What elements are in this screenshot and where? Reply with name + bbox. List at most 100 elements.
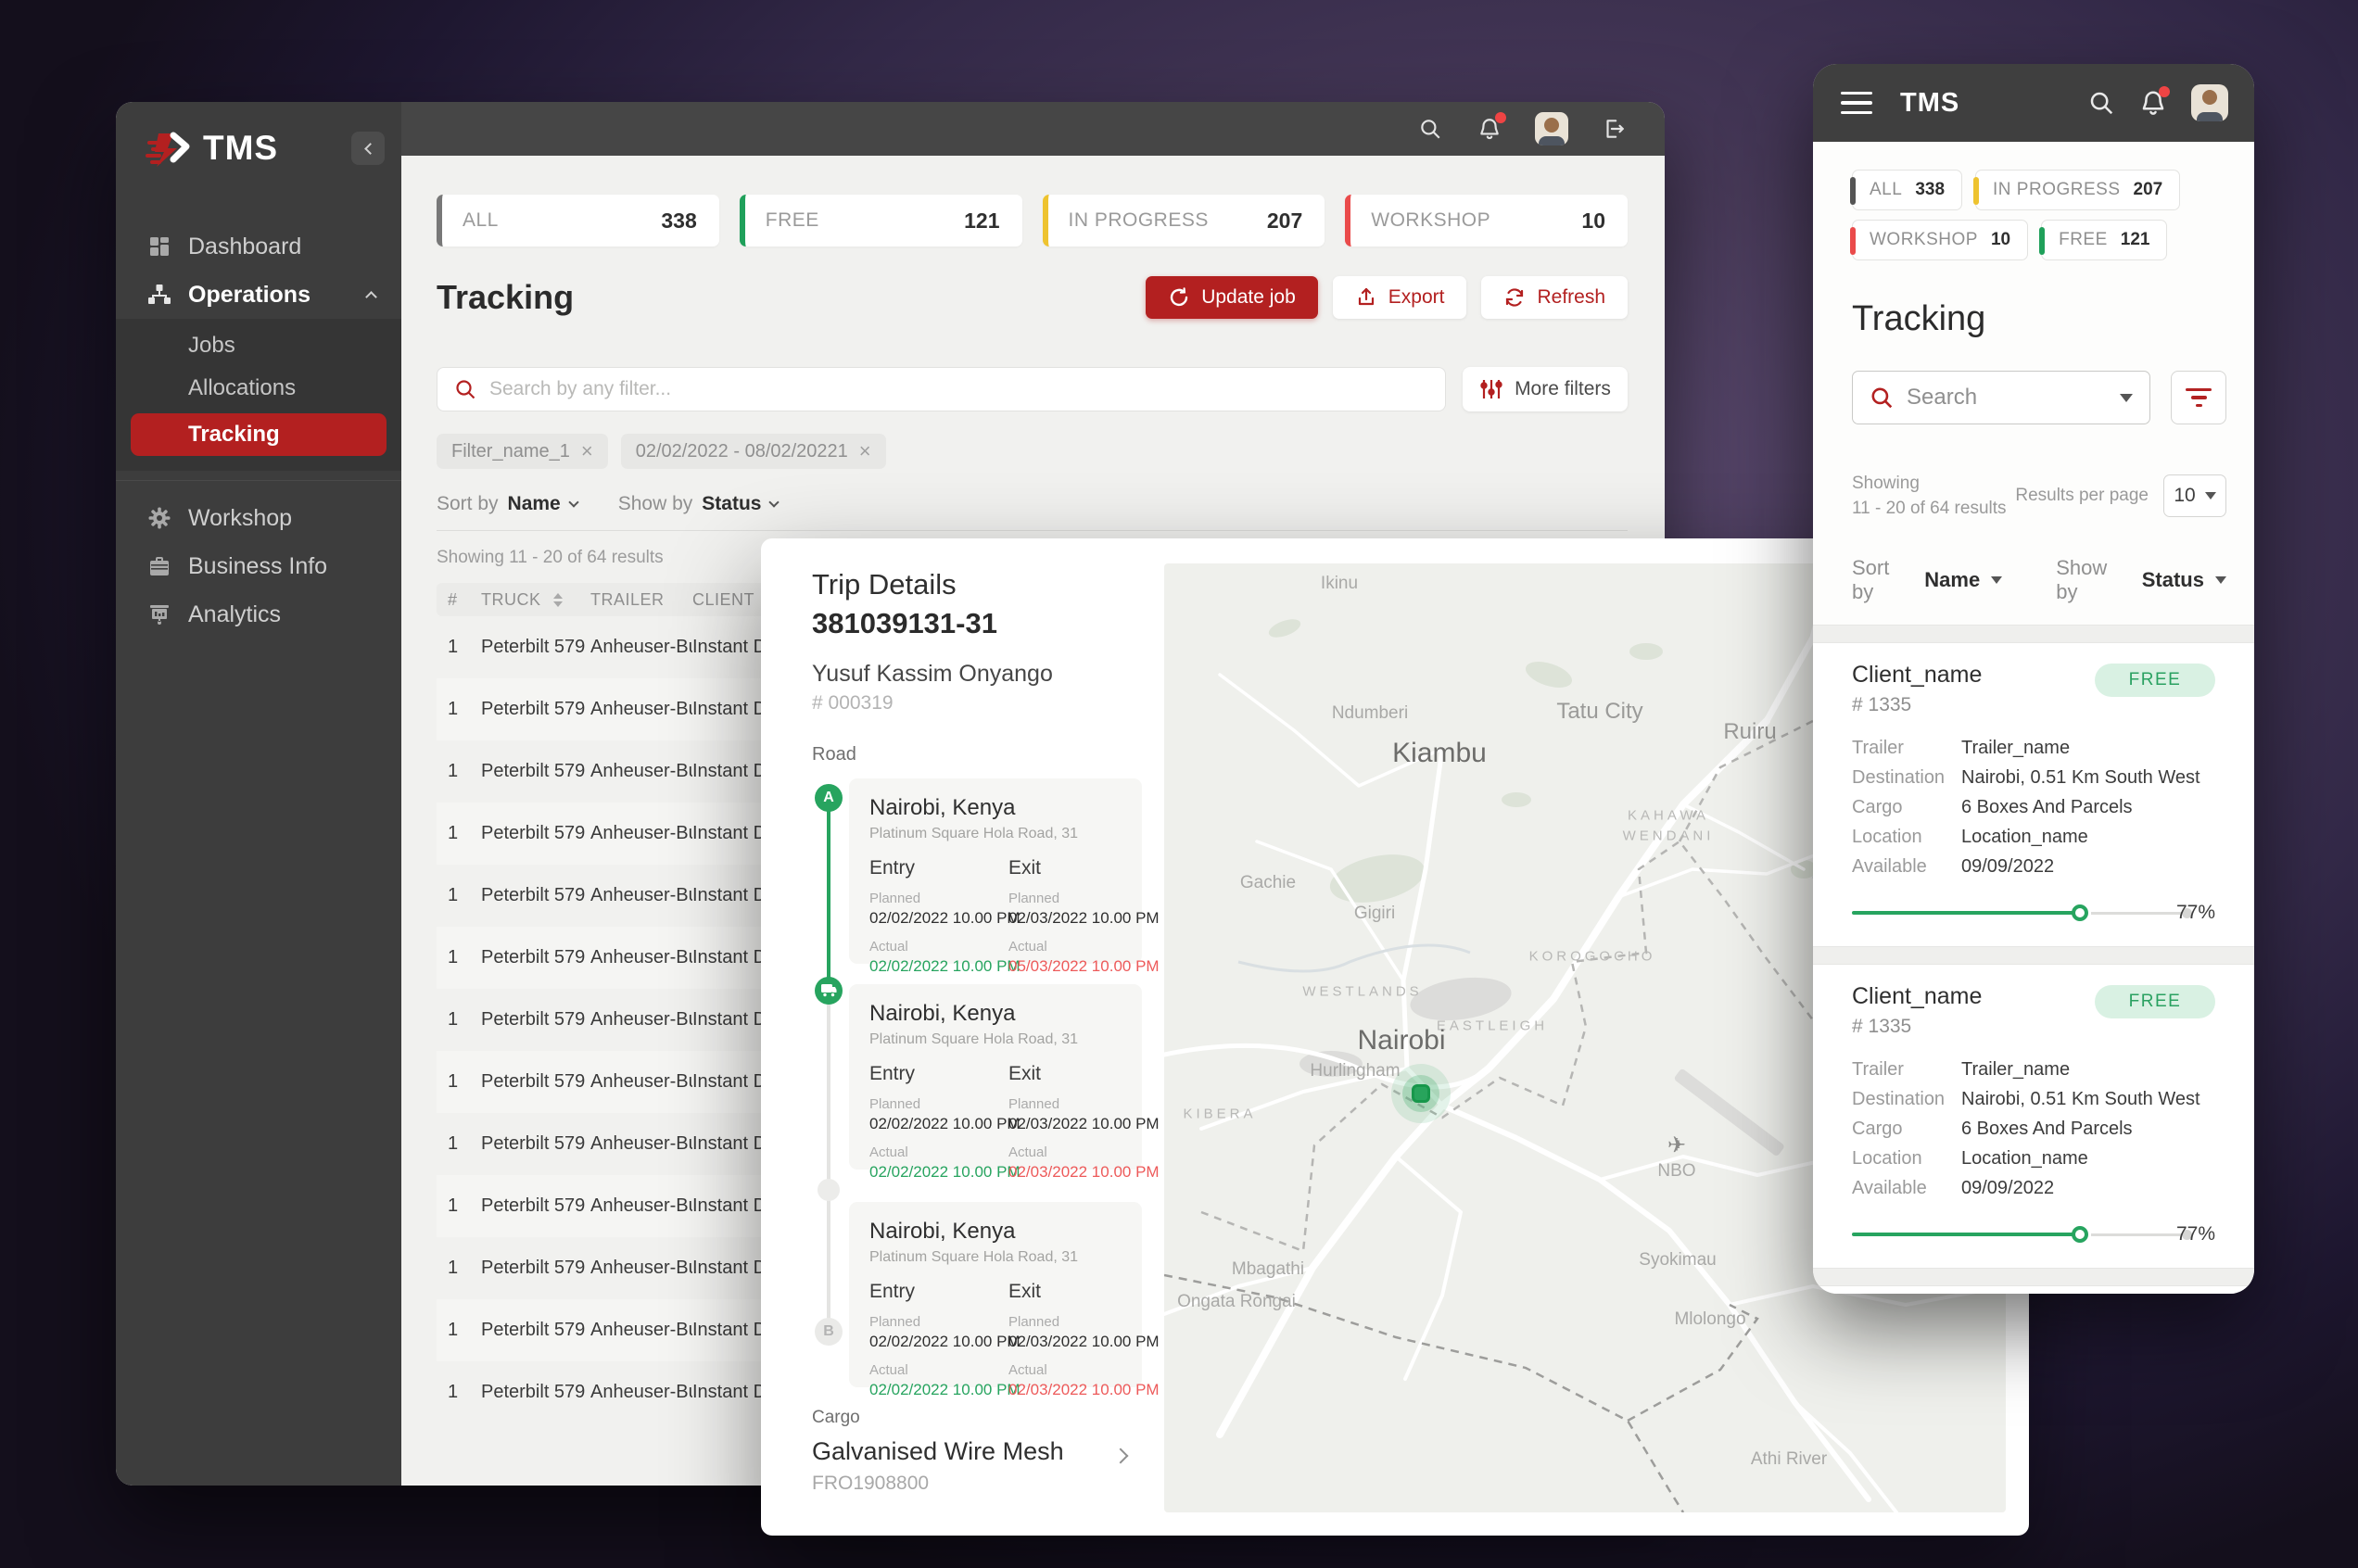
more-filters-button[interactable]: More filters bbox=[1463, 367, 1628, 411]
sidebar: TMS Dashboard bbox=[116, 102, 401, 1486]
sidebar-item-jobs[interactable]: Jobs bbox=[116, 324, 401, 367]
show-by-dropdown[interactable]: Show by Status bbox=[618, 493, 779, 515]
table-cell-trailer: Anheuser-Bus... bbox=[590, 803, 692, 865]
sidebar-item-business-info[interactable]: Business Info bbox=[116, 542, 401, 590]
close-icon[interactable]: × bbox=[859, 439, 871, 463]
status-chip-count: 338 bbox=[1915, 180, 1945, 200]
filter-chip[interactable]: 02/02/2022 - 08/02/20221 × bbox=[621, 434, 886, 469]
search-icon[interactable] bbox=[1416, 115, 1444, 143]
map-place-label: Ikinu bbox=[1321, 574, 1358, 594]
chevron-right-icon[interactable] bbox=[1113, 1448, 1129, 1464]
status-card-label: IN PROGRESS bbox=[1069, 209, 1209, 232]
tracking-card[interactable]: Client_name # 1335 FREE TrailerTrailer_n… bbox=[1813, 1286, 2254, 1294]
notifications-bell-icon[interactable] bbox=[1476, 115, 1503, 143]
status-badge: FREE bbox=[2095, 985, 2215, 1018]
sidebar-item-analytics[interactable]: Analytics bbox=[116, 590, 401, 639]
chevron-down-icon bbox=[769, 497, 780, 507]
sidebar-item-allocations[interactable]: Allocations bbox=[116, 367, 401, 410]
table-cell-trailer: Anheuser-Bus... bbox=[590, 616, 692, 678]
table-cell-truck: Peterbilt 579 bbox=[481, 1299, 590, 1361]
chevron-up-icon bbox=[365, 291, 377, 303]
update-job-button[interactable]: Update job bbox=[1146, 276, 1318, 319]
sidebar-collapse-button[interactable] bbox=[351, 132, 385, 165]
progress-percent: 77% bbox=[2176, 1223, 2215, 1246]
sort-by-dropdown[interactable]: Sort by Name bbox=[437, 493, 577, 515]
progress-slider[interactable]: 77% bbox=[1852, 902, 2215, 924]
close-icon[interactable]: × bbox=[581, 439, 593, 463]
sidebar-item-tracking[interactable]: Tracking bbox=[131, 413, 387, 456]
status-chip-count: 207 bbox=[2134, 180, 2163, 200]
exit-planned-time: 02/03/2022 10.00 PM bbox=[1008, 1333, 1147, 1351]
status-card-label: FREE bbox=[766, 209, 819, 232]
map-place-label: WENDANI bbox=[1623, 828, 1715, 844]
funnel-icon bbox=[2186, 388, 2212, 392]
table-cell-num: 1 bbox=[437, 1051, 481, 1113]
tracking-card[interactable]: Client_name # 1335 FREE TrailerTrailer_n… bbox=[1813, 965, 2254, 1268]
mobile-sort-by-dropdown[interactable]: Sort by Name bbox=[1852, 556, 2002, 604]
refresh-button[interactable]: Refresh bbox=[1481, 276, 1628, 319]
status-chip-accent bbox=[1973, 177, 1979, 205]
status-chip[interactable]: IN PROGRESS 207 bbox=[1975, 170, 2180, 210]
driver-name: Yusuf Kassim Onyango bbox=[812, 661, 1053, 688]
status-card[interactable]: ALL 338 bbox=[437, 195, 719, 247]
notifications-bell-icon[interactable] bbox=[2139, 89, 2167, 117]
logout-icon[interactable] bbox=[1600, 115, 1628, 143]
exit-actual-time: 05/03/2022 10.00 PM bbox=[1008, 957, 1147, 976]
available-value: 09/09/2022 bbox=[1961, 856, 2054, 878]
gear-icon bbox=[147, 506, 171, 530]
table-cell-trailer: Anheuser-Bus... bbox=[590, 1113, 692, 1175]
table-cell-truck: Peterbilt 579 bbox=[481, 803, 590, 865]
column-header-truck[interactable]: TRUCK bbox=[481, 583, 590, 616]
entry-label: Entry bbox=[869, 1281, 1008, 1303]
filter-chip[interactable]: Filter_name_1 × bbox=[437, 434, 608, 469]
search-icon[interactable] bbox=[2087, 89, 2115, 117]
slider-thumb[interactable] bbox=[2072, 904, 2088, 921]
stop-address: Platinum Square Hola Road, 31 bbox=[869, 1249, 1122, 1266]
mobile-status-chips: ALL 338 IN PROGRESS 207 WORKSHOP 10 bbox=[1841, 170, 2226, 260]
table-cell-trailer: Anheuser-Bus... bbox=[590, 1361, 692, 1423]
results-per-page-label: Results per page bbox=[2015, 486, 2149, 506]
sort-arrows-icon bbox=[553, 593, 563, 607]
search-input[interactable] bbox=[489, 378, 1428, 400]
status-chip-count: 10 bbox=[1991, 230, 2010, 250]
progress-slider[interactable]: 77% bbox=[1852, 1223, 2215, 1246]
results-per-page-select[interactable]: 10 bbox=[2163, 474, 2226, 517]
tracking-card[interactable]: Client_name # 1335 FREE TrailerTrailer_n… bbox=[1813, 643, 2254, 946]
status-chip[interactable]: ALL 338 bbox=[1852, 170, 1962, 210]
client-id: # 1335 bbox=[1852, 694, 2215, 716]
active-filter-chips: Filter_name_1 × 02/02/2022 - 08/02/20221… bbox=[437, 434, 1628, 469]
sidebar-item-label: Dashboard bbox=[188, 234, 301, 260]
export-button[interactable]: Export bbox=[1333, 276, 1467, 319]
mobile-filter-button[interactable] bbox=[2171, 371, 2226, 424]
status-card[interactable]: WORKSHOP 10 bbox=[1345, 195, 1628, 247]
status-card[interactable]: FREE 121 bbox=[740, 195, 1022, 247]
sidebar-item-operations[interactable]: Operations bbox=[116, 271, 401, 319]
available-value: 09/09/2022 bbox=[1961, 1178, 2054, 1199]
status-card[interactable]: IN PROGRESS 207 bbox=[1043, 195, 1325, 247]
status-chip[interactable]: FREE 121 bbox=[2041, 220, 2167, 260]
table-cell-num: 1 bbox=[437, 678, 481, 740]
menu-hamburger-icon[interactable] bbox=[1841, 92, 1872, 115]
mobile-show-by-dropdown[interactable]: Show by Status bbox=[2056, 556, 2226, 604]
mobile-search-input[interactable] bbox=[1907, 385, 2107, 411]
sidebar-item-workshop[interactable]: Workshop bbox=[116, 494, 401, 542]
entry-actual-time: 02/02/2022 10.00 PM bbox=[869, 1163, 1008, 1182]
map-place-label: Gachie bbox=[1240, 873, 1296, 893]
sidebar-item-dashboard[interactable]: Dashboard bbox=[116, 222, 401, 271]
exit-planned-time: 02/03/2022 10.00 PM bbox=[1008, 1115, 1147, 1133]
column-header-num[interactable]: # bbox=[437, 583, 481, 616]
status-chip[interactable]: WORKSHOP 10 bbox=[1852, 220, 2028, 260]
status-card-label: WORKSHOP bbox=[1371, 209, 1490, 232]
progress-percent: 77% bbox=[2176, 902, 2215, 924]
slider-thumb[interactable] bbox=[2072, 1226, 2088, 1243]
chevron-down-icon bbox=[1991, 576, 2002, 584]
column-header-trailer[interactable]: TRAILER bbox=[590, 583, 692, 616]
table-cell-num: 1 bbox=[437, 927, 481, 989]
entry-planned-time: 02/02/2022 10.00 PM bbox=[869, 1333, 1008, 1351]
user-avatar[interactable] bbox=[2191, 84, 2228, 121]
map-place-label: Ndumberi bbox=[1332, 703, 1408, 724]
user-avatar[interactable] bbox=[1535, 112, 1568, 145]
entry-label: Entry bbox=[869, 857, 1008, 879]
status-chip-count: 121 bbox=[2121, 230, 2150, 250]
exit-label: Exit bbox=[1008, 1063, 1147, 1085]
